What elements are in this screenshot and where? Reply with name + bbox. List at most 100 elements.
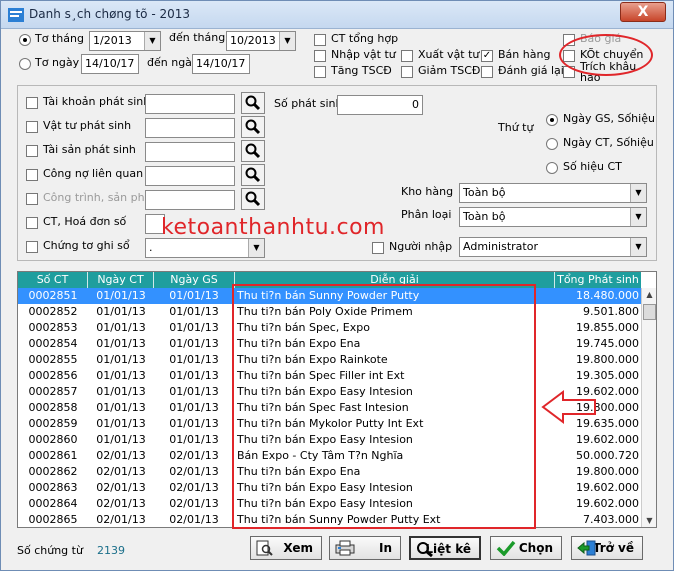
sort-ct-label: Ngày CT, Sốhiệu [563, 136, 654, 149]
danh-gia-lai-label: Đánh giá lại [498, 64, 564, 77]
category-label: Phân loại [401, 208, 452, 221]
from-day-input[interactable]: 14/10/17 [81, 54, 139, 74]
annotation-oval [559, 34, 653, 76]
warehouse-label: Kho hàng [401, 185, 454, 198]
chevron-down-icon: ▼ [144, 32, 160, 50]
danh-gia-lai-checkbox[interactable] [481, 66, 493, 78]
ct-tong-hop-checkbox[interactable] [314, 34, 326, 46]
app-icon [8, 8, 24, 22]
window-title: Danh s¸ch chøng tõ - 2013 [29, 7, 191, 21]
tai-san-input[interactable] [145, 142, 235, 162]
tang-tscd-label: Tăng TSCĐ [331, 64, 392, 77]
header-so-ct[interactable]: Số CT [18, 272, 88, 288]
list-button[interactable]: Liệt kê [409, 536, 481, 560]
sort-so-hieu-radio[interactable] [546, 162, 558, 174]
print-button[interactable]: In [329, 536, 401, 560]
sort-so-hieu-label: Số hiệu CT [563, 160, 622, 173]
tk-phat-sinh-label: Tài khoản phát sinh [43, 95, 151, 108]
cong-trinh-checkbox[interactable] [26, 193, 38, 205]
tk-phat-sinh-input[interactable] [145, 94, 235, 114]
tk-lookup-button[interactable] [241, 92, 265, 114]
ct-hoa-don-label: CT, Hoá đơn số [43, 215, 127, 228]
chevron-down-icon: ▼ [248, 239, 264, 257]
scroll-down-icon[interactable]: ▼ [642, 514, 656, 527]
so-phat-sinh-label: Số phát sinh [274, 97, 343, 110]
document-count-label: Số chứng từ [17, 544, 83, 557]
vat-tu-checkbox[interactable] [26, 121, 38, 133]
vat-tu-lookup-button[interactable] [241, 116, 265, 138]
xuat-vat-tu-label: Xuất vật tư [418, 48, 480, 61]
tai-san-checkbox[interactable] [26, 145, 38, 157]
month-radio[interactable] [19, 34, 31, 46]
giam-tscd-label: Giảm TSCĐ [418, 64, 481, 77]
magnifier-icon [417, 542, 433, 557]
giam-tscd-checkbox[interactable] [401, 66, 413, 78]
select-button[interactable]: Chọn [490, 536, 562, 560]
cong-trinh-input[interactable] [145, 190, 235, 210]
chung-tu-ghi-so-select[interactable]: . ▼ [145, 238, 265, 258]
view-button[interactable]: Xem [250, 536, 322, 560]
entry-user-checkbox[interactable] [372, 242, 384, 254]
warehouse-select[interactable]: Toàn bộ ▼ [459, 183, 647, 203]
day-label: Tơ ngày [35, 56, 80, 69]
chung-tu-ghi-so-checkbox[interactable] [26, 241, 38, 253]
magnifier-icon [245, 95, 261, 111]
watermark: ketoanthanhtu.com [161, 215, 385, 240]
month-label: Tơ tháng [35, 32, 84, 45]
exit-door-icon [577, 540, 596, 556]
cong-no-checkbox[interactable] [26, 169, 38, 181]
chevron-down-icon: ▼ [630, 238, 646, 256]
nhap-vat-tu-checkbox[interactable] [314, 50, 326, 62]
sort-gs-radio[interactable] [546, 114, 558, 126]
ct-tong-hop-label: CT tổng hợp [331, 32, 399, 45]
vat-tu-input[interactable] [145, 118, 235, 138]
to-month-select[interactable]: 10/2013 ▼ [226, 31, 296, 51]
header-ngay-ct[interactable]: Ngày CT [88, 272, 154, 288]
xuat-vat-tu-checkbox[interactable] [401, 50, 413, 62]
cong-trinh-lookup-button[interactable] [241, 188, 265, 210]
annotation-arrow-icon [541, 390, 596, 424]
header-tong-phat-sinh[interactable]: Tổng Phát sinh [555, 272, 641, 288]
magnifier-icon [245, 191, 261, 207]
tk-phat-sinh-checkbox[interactable] [26, 97, 38, 109]
sort-ct-radio[interactable] [546, 138, 558, 150]
sort-gs-label: Ngày GS, Sốhiệu [563, 112, 655, 125]
magnifier-icon [245, 167, 261, 183]
scroll-thumb[interactable] [643, 304, 656, 320]
printer-icon [335, 540, 355, 556]
tai-san-label: Tài sản phát sinh [43, 143, 136, 156]
chevron-down-icon: ▼ [630, 184, 646, 202]
magnifier-icon [245, 119, 261, 135]
nhap-vat-tu-label: Nhập vật tư [331, 48, 396, 61]
ban-hang-checkbox[interactable]: ✓ [481, 50, 493, 62]
so-phat-sinh-input[interactable]: 0 [337, 95, 423, 115]
magnifier-icon [245, 143, 261, 159]
entry-user-select[interactable]: Administrator ▼ [459, 237, 647, 257]
from-month-select[interactable]: 1/2013 ▼ [89, 31, 161, 51]
to-month-label: đến tháng [169, 31, 226, 44]
scroll-up-icon[interactable]: ▲ [642, 288, 656, 302]
document-count-value: 2139 [97, 544, 125, 557]
cong-no-lookup-button[interactable] [241, 164, 265, 186]
back-button[interactable]: Trở về [571, 536, 643, 560]
ban-hang-label: Bán hàng [498, 48, 551, 61]
entry-user-label: Người nhập [389, 240, 453, 253]
tai-san-lookup-button[interactable] [241, 140, 265, 162]
checkmark-icon [496, 540, 516, 556]
to-day-label: đến ngày [147, 56, 199, 69]
grid-scrollbar[interactable]: ▲ ▼ [641, 288, 656, 527]
preview-icon [256, 540, 273, 556]
sort-label: Thứ tự [498, 121, 534, 134]
cong-no-label: Công nợ liên quan [43, 167, 144, 180]
chevron-down-icon: ▼ [279, 32, 295, 50]
cong-no-input[interactable] [145, 166, 235, 186]
title-bar: Danh s¸ch chøng tõ - 2013 X [1, 1, 673, 29]
day-radio[interactable] [19, 58, 31, 70]
close-button[interactable]: X [620, 2, 666, 22]
to-day-input[interactable]: 14/10/17 [192, 54, 250, 74]
tang-tscd-checkbox[interactable] [314, 66, 326, 78]
ct-hoa-don-checkbox[interactable] [26, 217, 38, 229]
vat-tu-label: Vật tư phát sinh [43, 119, 132, 132]
header-ngay-gs[interactable]: Ngày GS [154, 272, 235, 288]
category-select[interactable]: Toàn bộ ▼ [459, 207, 647, 227]
